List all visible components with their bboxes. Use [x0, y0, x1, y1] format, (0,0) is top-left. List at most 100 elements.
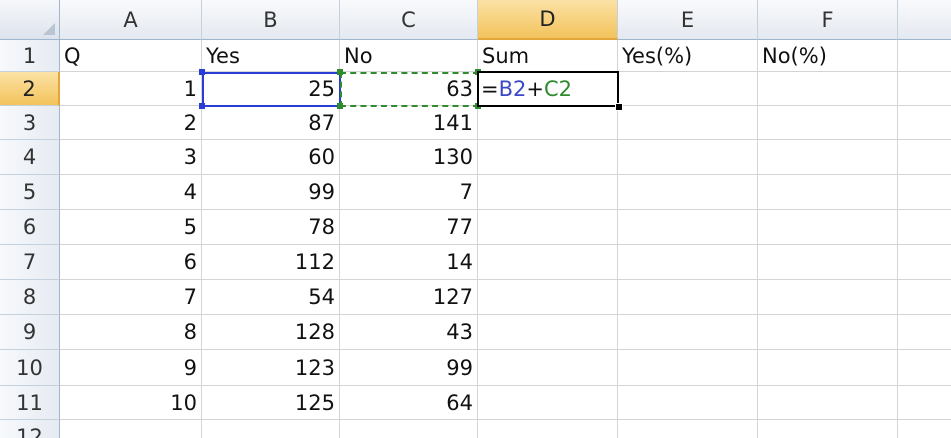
grid-cell[interactable]: [898, 40, 951, 72]
cell-q[interactable]: 5: [60, 210, 202, 245]
cell-q[interactable]: 4: [60, 175, 202, 210]
grid-cell[interactable]: [478, 210, 618, 245]
cell-yes[interactable]: 25: [202, 72, 340, 106]
row-header-6[interactable]: 6: [0, 210, 60, 245]
ref-b2-resize-handle[interactable]: [199, 103, 205, 109]
row-header-8[interactable]: 8: [0, 280, 60, 315]
grid-cell[interactable]: [898, 386, 951, 420]
grid-cell[interactable]: [898, 106, 951, 140]
grid-cell[interactable]: [758, 210, 898, 245]
cell-q[interactable]: 10: [60, 386, 202, 420]
grid-cell[interactable]: [618, 210, 758, 245]
grid-cell[interactable]: [478, 386, 618, 420]
cell-header-c[interactable]: No: [340, 40, 478, 72]
row-header-12[interactable]: 12: [0, 420, 60, 438]
cell-header-f[interactable]: No(%): [758, 40, 898, 72]
ref-c2-resize-handle[interactable]: [337, 103, 343, 109]
cell-yes[interactable]: 99: [202, 175, 340, 210]
cell-q[interactable]: 7: [60, 280, 202, 315]
grid-cell[interactable]: [340, 420, 478, 438]
cell-no[interactable]: 43: [340, 315, 478, 350]
grid-cell[interactable]: [898, 245, 951, 280]
grid-cell[interactable]: [618, 245, 758, 280]
grid-cell[interactable]: [618, 175, 758, 210]
cell-q[interactable]: 6: [60, 245, 202, 280]
cell-header-b[interactable]: Yes: [202, 40, 340, 72]
cell-header-e[interactable]: Yes(%): [618, 40, 758, 72]
active-cell-d2-editor[interactable]: = B2 + C2: [477, 71, 619, 107]
cell-yes[interactable]: 112: [202, 245, 340, 280]
grid-cell[interactable]: [478, 315, 618, 350]
grid-cell[interactable]: [898, 420, 951, 438]
cell-yes[interactable]: 123: [202, 350, 340, 386]
grid-cell[interactable]: [478, 350, 618, 386]
grid-cell[interactable]: [898, 280, 951, 315]
cell-no[interactable]: 127: [340, 280, 478, 315]
grid-cell[interactable]: [758, 245, 898, 280]
grid-cell[interactable]: [758, 386, 898, 420]
row-header-5[interactable]: 5: [0, 175, 60, 210]
cell-no[interactable]: 130: [340, 140, 478, 175]
grid-cell[interactable]: [618, 72, 758, 106]
grid-cell[interactable]: [758, 72, 898, 106]
cell-yes[interactable]: 78: [202, 210, 340, 245]
grid-cell[interactable]: [478, 280, 618, 315]
cell-no[interactable]: 141: [340, 106, 478, 140]
grid-cell[interactable]: [758, 350, 898, 386]
grid-cell[interactable]: [478, 420, 618, 438]
ref-c2-resize-handle[interactable]: [337, 69, 343, 75]
grid-cell[interactable]: [898, 210, 951, 245]
grid-cell[interactable]: [898, 350, 951, 386]
grid-cell[interactable]: [618, 386, 758, 420]
grid-cell[interactable]: [478, 106, 618, 140]
cell-q[interactable]: 2: [60, 106, 202, 140]
grid-cell[interactable]: [898, 140, 951, 175]
cell-no[interactable]: 63: [340, 72, 478, 106]
grid-cell[interactable]: [618, 420, 758, 438]
cell-no[interactable]: 7: [340, 175, 478, 210]
row-header-7[interactable]: 7: [0, 245, 60, 280]
grid-cell[interactable]: [202, 420, 340, 438]
grid-cell[interactable]: [758, 175, 898, 210]
row-header-9[interactable]: 9: [0, 315, 60, 350]
row-header-2[interactable]: 2: [0, 72, 60, 106]
cell-q[interactable]: 9: [60, 350, 202, 386]
cell-yes[interactable]: 60: [202, 140, 340, 175]
cell-q[interactable]: 1: [60, 72, 202, 106]
grid-cell[interactable]: [60, 420, 202, 438]
grid-cell[interactable]: [758, 315, 898, 350]
cell-header-d[interactable]: Sum: [478, 40, 618, 72]
cell-yes[interactable]: 54: [202, 280, 340, 315]
column-header-d[interactable]: D: [478, 0, 618, 40]
row-header-3[interactable]: 3: [0, 106, 60, 140]
ref-b2-resize-handle[interactable]: [199, 69, 205, 75]
grid-cell[interactable]: [618, 315, 758, 350]
cell-no[interactable]: 14: [340, 245, 478, 280]
fill-handle[interactable]: [615, 103, 623, 111]
row-header-4[interactable]: 4: [0, 140, 60, 175]
cell-no[interactable]: 77: [340, 210, 478, 245]
column-header-c[interactable]: C: [340, 0, 478, 40]
grid-cell[interactable]: [898, 175, 951, 210]
grid-cell[interactable]: [898, 315, 951, 350]
grid-cell[interactable]: [478, 140, 618, 175]
cell-yes[interactable]: 87: [202, 106, 340, 140]
cell-no[interactable]: 64: [340, 386, 478, 420]
cell-yes[interactable]: 128: [202, 315, 340, 350]
column-header-blank[interactable]: [898, 0, 951, 40]
column-header-e[interactable]: E: [618, 0, 758, 40]
select-all-corner[interactable]: [0, 0, 60, 40]
cell-yes[interactable]: 125: [202, 386, 340, 420]
grid-cell[interactable]: [758, 140, 898, 175]
row-header-1[interactable]: 1: [0, 40, 60, 72]
grid-cell[interactable]: [758, 106, 898, 140]
grid-cell[interactable]: [758, 420, 898, 438]
cell-q[interactable]: 3: [60, 140, 202, 175]
cell-no[interactable]: 99: [340, 350, 478, 386]
column-header-f[interactable]: F: [758, 0, 898, 40]
column-header-a[interactable]: A: [60, 0, 202, 40]
grid-cell[interactable]: [618, 350, 758, 386]
grid-cell[interactable]: [478, 175, 618, 210]
column-header-b[interactable]: B: [202, 0, 340, 40]
grid-cell[interactable]: [758, 280, 898, 315]
